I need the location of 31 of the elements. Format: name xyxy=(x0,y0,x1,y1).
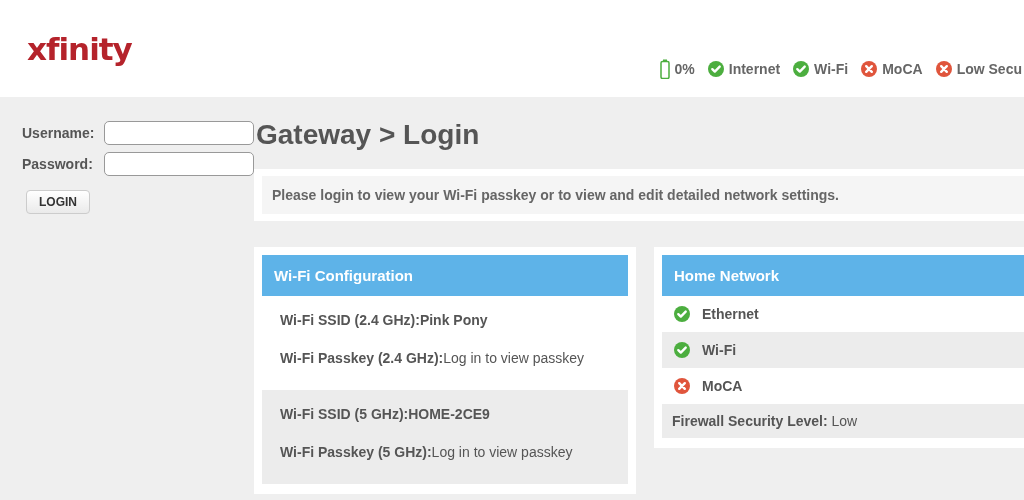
check-icon xyxy=(674,306,690,322)
config-row-text: Wi-Fi SSID (2.4 GHz):Pink Pony xyxy=(280,312,489,328)
network-label: MoCA xyxy=(702,378,743,394)
login-button[interactable]: LOGIN xyxy=(26,190,90,214)
config-row-text: Wi-Fi Passkey (5 GHz):Log in to view passkey xyxy=(280,444,574,460)
error-icon xyxy=(861,61,878,77)
config-row-text: Wi-Fi SSID (5 GHz):HOME-2CE9 xyxy=(280,406,491,422)
logo: xfinity xyxy=(27,34,132,65)
password-field[interactable] xyxy=(104,151,254,176)
status-label: Wi-Fi xyxy=(814,61,849,77)
page-title: Gateway > Login xyxy=(256,119,481,151)
status-label: MoCA xyxy=(882,61,923,77)
username-label: Username: xyxy=(21,124,96,141)
status-label: Low Secu xyxy=(956,61,1022,77)
battery-icon xyxy=(659,59,670,79)
firewall-level: Firewall Security Level: Low xyxy=(672,413,858,429)
card-header: Wi-Fi Configuration xyxy=(262,255,628,296)
check-icon xyxy=(707,61,724,77)
password-label: Password: xyxy=(21,155,94,172)
network-label: Ethernet xyxy=(702,306,759,322)
battery-level: 0% xyxy=(674,61,695,77)
config-row-text: Wi-Fi Passkey (2.4 GHz):Log in to view passkey xyxy=(280,350,586,366)
error-icon xyxy=(674,378,690,394)
check-icon xyxy=(793,61,810,77)
username-field[interactable] xyxy=(104,120,254,145)
network-label: Wi-Fi xyxy=(702,342,737,358)
error-icon xyxy=(935,61,952,77)
card-header: Home Network xyxy=(662,255,1024,296)
check-icon xyxy=(674,342,690,358)
login-message: Please login to view your Wi-Fi passkey or to view and edit detailed network settings. xyxy=(262,176,1024,214)
status-label: Internet xyxy=(728,61,781,77)
